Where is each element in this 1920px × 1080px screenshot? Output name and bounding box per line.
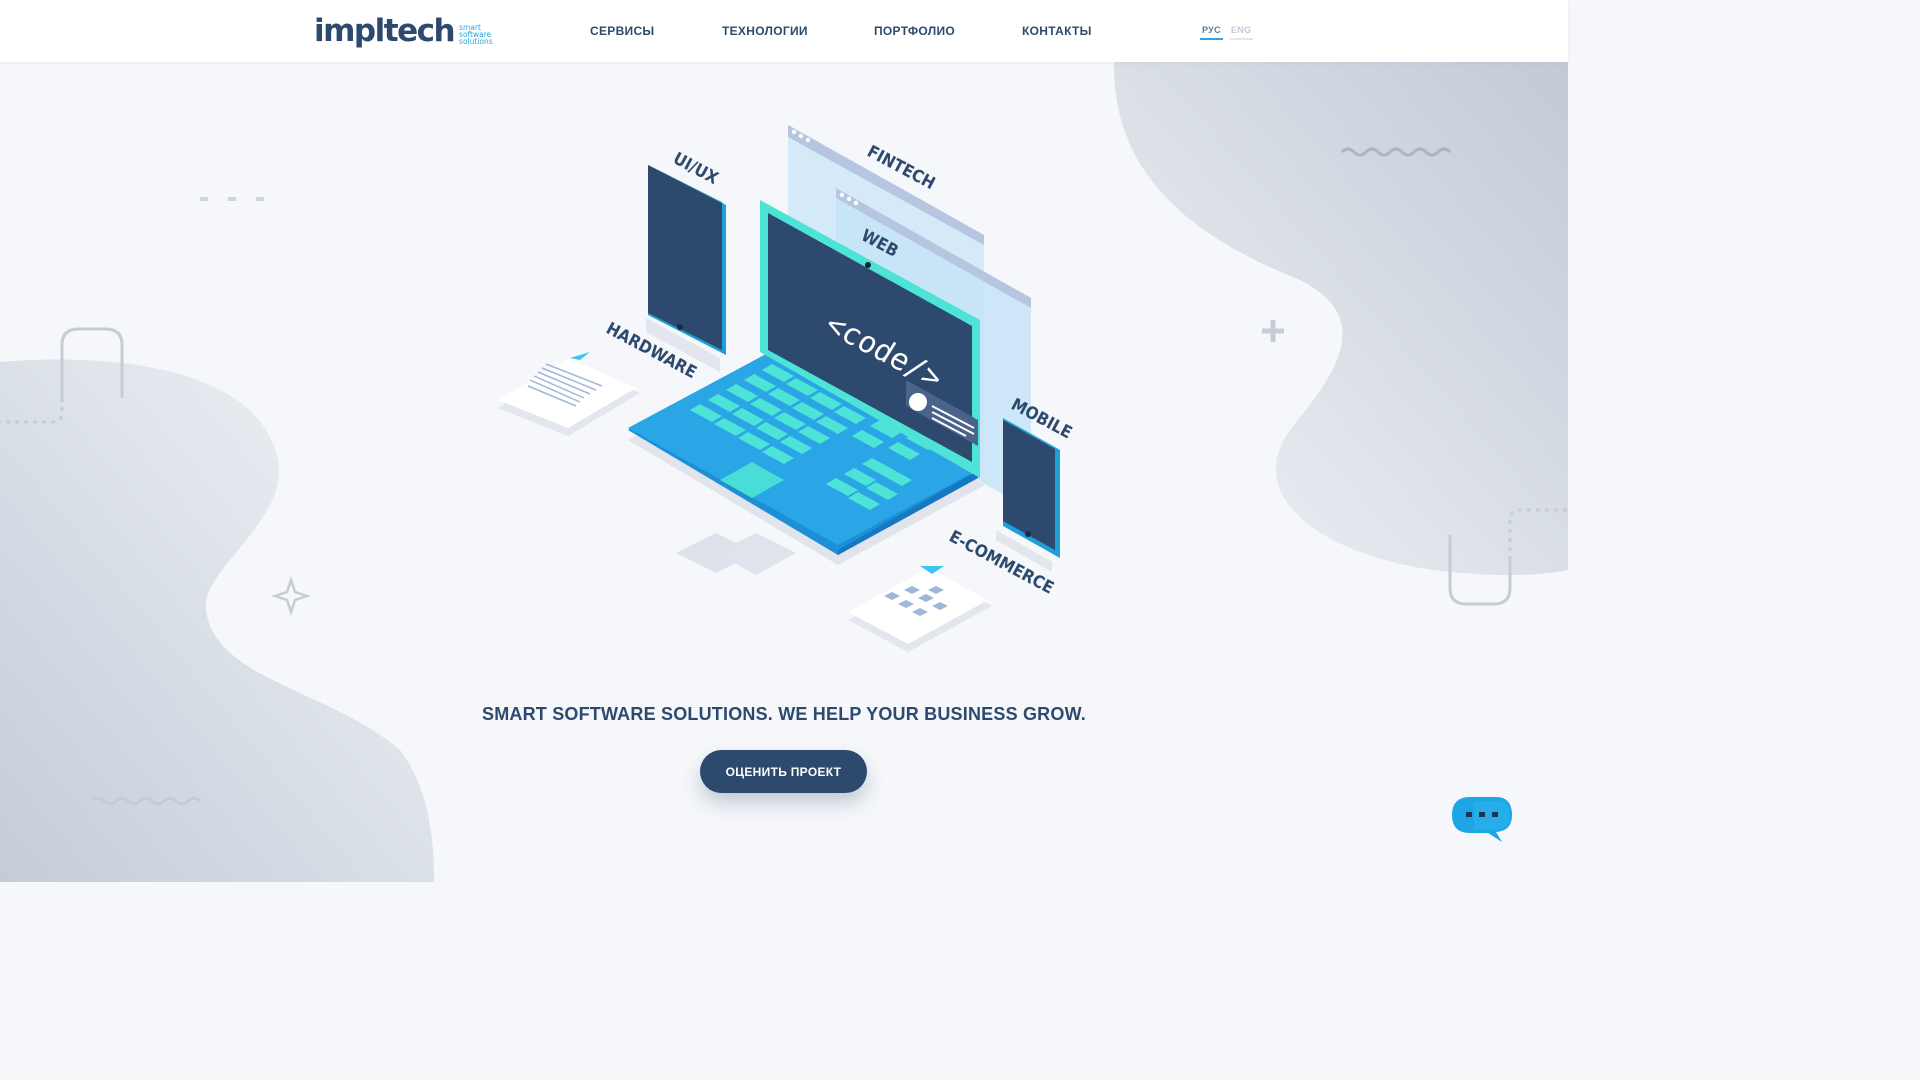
estimate-project-button[interactable]: ОЦЕНИТЬ ПРОЕКТ [700,750,867,793]
hardware-document [498,352,640,436]
lang-option-ru[interactable]: РУС [1200,25,1223,40]
tablet-device [646,165,726,372]
site-header: impltech smart software solutions СЕРВИС… [0,0,1568,62]
nav-item-contacts[interactable]: КОНТАКТЫ [1022,24,1092,38]
lang-option-en[interactable]: ENG [1228,25,1254,40]
language-switcher: РУС ENG [1200,25,1254,40]
hero-tagline: SMART SOFTWARE SOLUTIONS. WE HELP YOUR B… [482,704,1086,724]
left-sparkle [271,576,311,616]
phone-device [996,418,1060,572]
logo-tagline-line: solutions [459,37,493,46]
logo-wordmark: impltech [314,13,456,49]
ecommerce-document [848,566,992,652]
right-plus [1262,320,1284,342]
chat-bubble-icon[interactable] [1450,795,1516,847]
left-blob [0,359,434,882]
right-blob [1113,62,1568,576]
logo-tagline: smart software solutions [459,24,493,46]
dash-marks [200,197,264,201]
nav-item-technologies[interactable]: ТЕХНОЛОГИИ [722,24,808,38]
nav-item-portfolio[interactable]: ПОРТФОЛИО [874,24,955,38]
nav-item-services[interactable]: СЕРВИСЫ [590,24,654,38]
logo[interactable]: impltech smart software solutions [314,14,493,48]
hero-illustration: <code/> UI/UX FINTECH WEB HARDWARE MOBIL… [498,125,1075,652]
